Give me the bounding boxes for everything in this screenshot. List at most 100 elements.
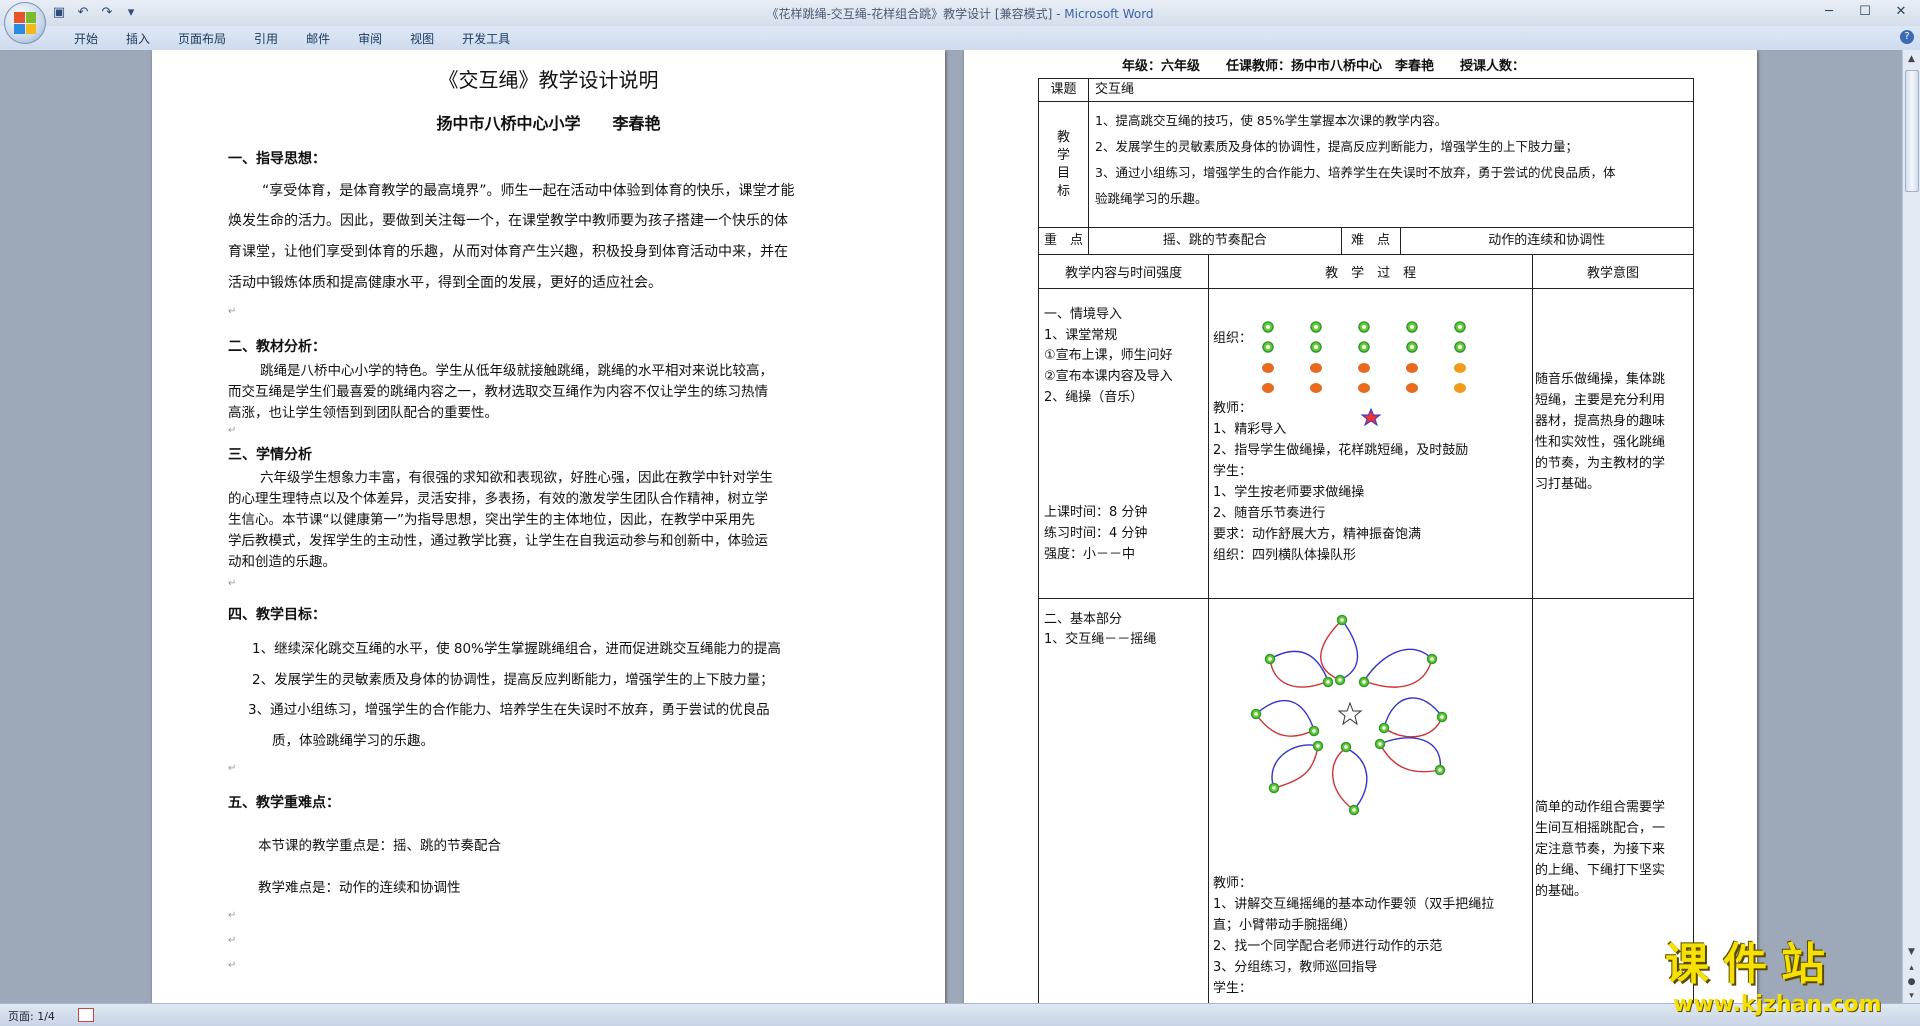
section-2-heading: 二、教材分析： bbox=[228, 339, 326, 355]
key-label-cell: 重 点 bbox=[1038, 227, 1089, 255]
page-left[interactable]: 《交互绳》教学设计说明 扬中市八桥中心小学 李春艳 一、指导思想： “享受体育，… bbox=[152, 50, 945, 1003]
student-marker bbox=[1310, 363, 1322, 373]
column-header-intent: 教学意图 bbox=[1532, 254, 1694, 289]
app-name: Microsoft Word bbox=[1064, 7, 1154, 21]
goal-label-char: 标 bbox=[1056, 183, 1070, 199]
tab-mailings[interactable]: 邮件 bbox=[292, 30, 344, 47]
student-marker bbox=[1358, 363, 1370, 373]
paragraph-line: 而交互绳是学生们最喜爱的跳绳内容之一，教材选取交互绳作为内容不仅让学生的练习热情 bbox=[228, 384, 768, 400]
goals-cell: 1、提高跳交互绳的技巧，使 85%学生掌握本次课的教学内容。 2、发展学生的灵敏… bbox=[1088, 101, 1694, 228]
student-marker bbox=[1262, 383, 1274, 393]
ribbon-tabs: 开始 插入 页面布局 引用 邮件 审阅 视图 开发工具 bbox=[60, 30, 524, 47]
scroll-down-icon[interactable]: ▼ bbox=[1905, 946, 1918, 959]
part1-line: 2、绳操（音乐） bbox=[1044, 390, 1144, 405]
document-area: 《交互绳》教学设计说明 扬中市八桥中心小学 李春艳 一、指导思想： “享受体育，… bbox=[0, 50, 1903, 1003]
paragraph-mark: ↵ bbox=[228, 578, 237, 589]
watermark-title: 课件站 bbox=[1665, 939, 1839, 990]
part1-time: 练习时间：4 分钟 bbox=[1044, 526, 1148, 541]
previous-page-icon[interactable]: ▴ bbox=[1905, 962, 1918, 975]
tab-view[interactable]: 视图 bbox=[396, 30, 448, 47]
formation-diagram bbox=[1262, 321, 1466, 427]
intent-line: 性和实效性，强化跳绳 bbox=[1535, 435, 1666, 450]
goal-line: 1、提高跳交互绳的技巧，使 85%学生掌握本次课的教学内容。 bbox=[1095, 113, 1448, 128]
rope-path bbox=[1332, 747, 1355, 811]
column-header-label: 教学内容与时间强度 bbox=[1065, 266, 1183, 281]
teacher-star-icon bbox=[1360, 407, 1382, 427]
intent-line: 生间互相摇跳配合，一 bbox=[1535, 821, 1666, 836]
vertical-scrollbar[interactable]: ▲ ▼ ▴ ● ▾ bbox=[1902, 50, 1920, 1003]
ribbon: 开始 插入 页面布局 引用 邮件 审阅 视图 开发工具 ? bbox=[0, 26, 1920, 51]
topic-label-cell: 课题 bbox=[1038, 78, 1089, 102]
paragraph-line: 跳绳是八桥中心小学的特色。学生从低年级就接触跳绳，跳绳的水平相对来说比较高， bbox=[260, 363, 773, 379]
table-header-line: 年级：六年级 任课教师：扬中市八桥中心 李春艳 授课人数： bbox=[1122, 59, 1526, 74]
student-marker bbox=[1262, 363, 1274, 373]
next-page-icon[interactable]: ▾ bbox=[1905, 990, 1918, 1003]
rope-path bbox=[1269, 658, 1329, 688]
paragraph-line: 焕发生命的活力。因此，要做到关注每一个，在课堂教学中教师要为孩子搭建一个快乐的体 bbox=[228, 213, 788, 229]
office-button[interactable] bbox=[4, 2, 46, 44]
rope-path bbox=[1255, 699, 1315, 731]
goal-label-char: 目 bbox=[1056, 165, 1070, 181]
doc-author: 扬中市八桥中心小学 李春艳 bbox=[436, 114, 661, 133]
page-indicator[interactable]: 页面: 1/4 bbox=[8, 1008, 55, 1024]
column-header-label: 教 学 过 程 bbox=[1325, 266, 1417, 281]
goal-line: 验跳绳学习的乐趣。 bbox=[1095, 191, 1208, 206]
proofing-icon[interactable] bbox=[78, 1008, 94, 1022]
paragraph-mark: ↵ bbox=[228, 960, 237, 971]
student-step: 2、随音乐节奏进行 bbox=[1213, 506, 1326, 521]
paragraph-mark: ↵ bbox=[228, 306, 237, 317]
help-icon[interactable]: ? bbox=[1900, 30, 1914, 44]
rope-path bbox=[1345, 747, 1368, 811]
difficulty-label: 难 点 bbox=[1351, 233, 1391, 248]
browse-object-icon[interactable]: ● bbox=[1905, 976, 1918, 989]
paragraph-line: 动和创造的乐趣。 bbox=[228, 554, 336, 570]
teacher-step: 3、分组练习，教师巡回指导 bbox=[1213, 960, 1378, 975]
tab-page-layout[interactable]: 页面布局 bbox=[164, 30, 240, 47]
rope-path bbox=[1383, 697, 1443, 729]
page-right[interactable]: 年级：六年级 任课教师：扬中市八桥中心 李春艳 授课人数： 课题 交互绳 教 学… bbox=[964, 50, 1757, 1003]
student-label: 学生： bbox=[1213, 981, 1253, 996]
paragraph-line: 育课堂，让他们享受到体育的乐趣，从而对体育产生兴趣，积极投身到体育活动中来，并在 bbox=[228, 244, 788, 260]
key-value: 摇、跳的节奏配合 bbox=[1162, 233, 1267, 248]
intent-line: 简单的动作组合需要学 bbox=[1535, 800, 1666, 815]
close-icon[interactable]: ✕ bbox=[1888, 2, 1914, 20]
window-title: 《花样跳绳-交互绳-花样组合跳》教学设计 [兼容模式] - Microsoft … bbox=[0, 5, 1920, 22]
tab-review[interactable]: 审阅 bbox=[344, 30, 396, 47]
intent-line: 的基础。 bbox=[1535, 884, 1588, 899]
intent-line: 器材，提高热身的趣味 bbox=[1535, 414, 1666, 429]
rope-formation-diagram bbox=[1250, 614, 1448, 816]
key-cell: 摇、跳的节奏配合 bbox=[1088, 227, 1342, 255]
difficulty-label-cell: 难 点 bbox=[1340, 227, 1401, 255]
doc-title: 《交互绳》教学设计说明 bbox=[438, 68, 659, 92]
teacher-step: 直；小臂带动手腕摇绳） bbox=[1213, 918, 1357, 933]
paragraph-line: 生信心。本节课“以健康第一”为指导思想，突出学生的主体地位，因此，在教学中采用先 bbox=[228, 512, 755, 528]
window-controls: ─ ☐ ✕ bbox=[1816, 2, 1914, 20]
tab-references[interactable]: 引用 bbox=[240, 30, 292, 47]
status-bar: 页面: 1/4 bbox=[0, 1003, 1920, 1026]
tab-developer[interactable]: 开发工具 bbox=[448, 30, 524, 47]
document-title: 《花样跳绳-交互绳-花样组合跳》教学设计 [兼容模式] - bbox=[766, 7, 1061, 21]
rope-path bbox=[1379, 737, 1441, 771]
part2-line: 二、基本部分 bbox=[1044, 612, 1123, 627]
maximize-icon[interactable]: ☐ bbox=[1852, 2, 1878, 20]
requirement: 要求：动作舒展大方，精神振奋饱满 bbox=[1213, 527, 1422, 542]
difficulty-value: 动作的连续和协调性 bbox=[1488, 233, 1606, 248]
paragraph-line: 学后教模式，发挥学生的主动性，通过教学比赛，让学生在自我运动参与和创新中，体验运 bbox=[228, 533, 768, 549]
tab-home[interactable]: 开始 bbox=[60, 30, 112, 47]
scroll-thumb[interactable] bbox=[1905, 70, 1919, 192]
rope-path bbox=[1379, 743, 1441, 773]
tab-insert[interactable]: 插入 bbox=[112, 30, 164, 47]
rope-path bbox=[1363, 648, 1433, 682]
part1-time: 强度：小－－中 bbox=[1044, 547, 1136, 562]
rope-path bbox=[1383, 716, 1443, 738]
teacher-step: 2、找一个同学配合老师进行动作的示范 bbox=[1213, 939, 1443, 954]
section-4-heading: 四、教学目标： bbox=[228, 607, 326, 623]
office-logo-icon bbox=[14, 12, 36, 34]
minimize-icon[interactable]: ─ bbox=[1816, 2, 1842, 20]
teacher-step: 1、讲解交互绳摇绳的基本动作要领（双手把绳拉 bbox=[1213, 897, 1495, 912]
student-marker bbox=[1406, 383, 1418, 393]
paragraph-line: 活动中锻炼体质和提高健康水平，得到全面的发展，更好的适应社会。 bbox=[228, 275, 662, 291]
intent-line: 习打基础。 bbox=[1535, 477, 1601, 492]
goal-label-char: 教 bbox=[1056, 129, 1070, 145]
scroll-up-icon[interactable]: ▲ bbox=[1905, 53, 1918, 66]
